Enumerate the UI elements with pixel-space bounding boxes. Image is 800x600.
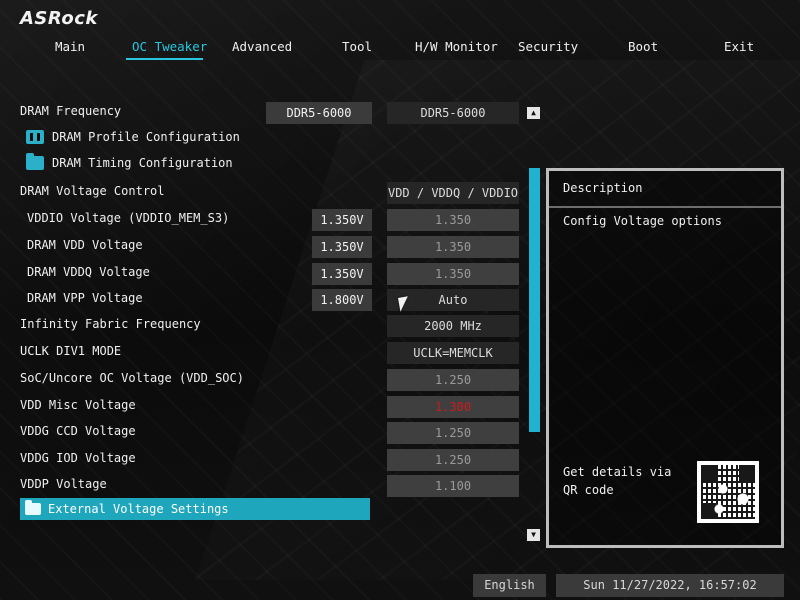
vddg-iod-voltage-value[interactable]: 1.250 — [387, 449, 519, 471]
row-dram-vddq-voltage[interactable]: DRAM VDDQ Voltage 1.350V 1.350 — [20, 263, 525, 285]
dram-vdd-voltage-label: DRAM VDD Voltage — [27, 238, 143, 252]
top-navigation: Main OC Tweaker Advanced Tool H/W Monito… — [0, 38, 800, 60]
dram-vdd-voltage-value[interactable]: 1.350 — [387, 236, 519, 258]
dram-vddq-voltage-value[interactable]: 1.350 — [387, 263, 519, 285]
dram-vddq-voltage-label: DRAM VDDQ Voltage — [27, 265, 150, 279]
dram-frequency-current: DDR5-6000 — [266, 102, 372, 124]
description-divider — [549, 206, 781, 208]
vddio-voltage-label: VDDIO Voltage (VDDIO_MEM_S3) — [27, 211, 230, 225]
asrock-logo: ASRock — [20, 8, 98, 29]
vddio-voltage-current: 1.350V — [312, 209, 372, 231]
soc-uncore-oc-voltage-value[interactable]: 1.250 — [387, 369, 519, 391]
row-vddp-voltage[interactable]: VDDP Voltage 1.100 — [20, 475, 525, 497]
row-vddg-ccd-voltage[interactable]: VDDG CCD Voltage 1.250 — [20, 422, 525, 444]
infinity-fabric-frequency-value[interactable]: 2000 MHz — [387, 315, 519, 337]
vddio-voltage-value[interactable]: 1.350 — [387, 209, 519, 231]
qr-help-text: Get details via QR code — [563, 465, 672, 497]
language-button[interactable]: English — [473, 574, 546, 597]
dram-vpp-voltage-current: 1.800V — [312, 289, 372, 311]
datetime-display: Sun 11/27/2022, 16:57:02 — [556, 574, 784, 597]
folder-icon — [26, 153, 44, 170]
folder-icon — [25, 500, 41, 515]
status-bar: English Sun 11/27/2022, 16:57:02 — [0, 574, 800, 600]
menu-external-voltage-settings[interactable]: External Voltage Settings — [20, 498, 370, 520]
dram-vddq-voltage-current: 1.350V — [312, 263, 372, 285]
row-dram-vpp-voltage[interactable]: DRAM VPP Voltage 1.800V Auto — [20, 289, 525, 311]
dram-vpp-voltage-label: DRAM VPP Voltage — [27, 291, 143, 305]
vddg-iod-voltage-label: VDDG IOD Voltage — [20, 451, 136, 465]
dram-voltage-control-value[interactable]: VDD / VDDQ / VDDIO — [387, 182, 519, 204]
description-title: Description — [563, 181, 643, 195]
menu-dram-timing-configuration[interactable]: DRAM Timing Configuration — [20, 152, 233, 174]
vddp-voltage-label: VDDP Voltage — [20, 477, 107, 491]
row-dram-frequency[interactable]: DRAM Frequency DDR5-6000 DDR5-6000 — [20, 102, 525, 124]
dram-profile-configuration-label: DRAM Profile Configuration — [52, 130, 240, 144]
tab-exit[interactable]: Exit — [724, 38, 754, 60]
scroll-down-icon[interactable]: ▼ — [527, 529, 540, 541]
qr-code-pattern — [701, 465, 755, 519]
row-dram-vdd-voltage[interactable]: DRAM VDD Voltage 1.350V 1.350 — [20, 236, 525, 258]
uclk-div1-mode-label: UCLK DIV1 MODE — [20, 344, 122, 358]
vddg-ccd-voltage-label: VDDG CCD Voltage — [20, 424, 136, 438]
row-infinity-fabric-frequency[interactable]: Infinity Fabric Frequency 2000 MHz — [20, 315, 525, 337]
vdd-misc-voltage-value[interactable]: 1.300 — [387, 396, 519, 418]
scroll-up-icon[interactable]: ▲ — [527, 107, 540, 119]
soc-uncore-oc-voltage-label: SoC/Uncore OC Voltage (VDD_SOC) — [20, 371, 244, 385]
row-soc-uncore-oc-voltage[interactable]: SoC/Uncore OC Voltage (VDD_SOC) 1.250 — [20, 369, 525, 391]
dram-timing-configuration-label: DRAM Timing Configuration — [52, 156, 233, 170]
dram-voltage-control-label: DRAM Voltage Control — [20, 184, 165, 198]
vddp-voltage-value[interactable]: 1.100 — [387, 475, 519, 497]
scrollbar-thumb[interactable] — [529, 168, 540, 432]
vdd-misc-voltage-label: VDD Misc Voltage — [20, 398, 136, 412]
tab-hw-monitor[interactable]: H/W Monitor — [415, 38, 498, 60]
row-vddg-iod-voltage[interactable]: VDDG IOD Voltage 1.250 — [20, 449, 525, 471]
tab-tool[interactable]: Tool — [341, 38, 373, 60]
dram-frequency-label: DRAM Frequency — [20, 104, 122, 118]
description-text: Config Voltage options — [563, 214, 722, 228]
tab-oc-tweaker[interactable]: OC Tweaker — [126, 38, 207, 60]
profile-icon — [26, 130, 44, 144]
qr-code-icon — [697, 461, 759, 523]
tab-main[interactable]: Main — [45, 38, 95, 60]
tab-advanced[interactable]: Advanced — [232, 38, 292, 60]
tab-security[interactable]: Security — [518, 38, 578, 60]
external-voltage-settings-label: External Voltage Settings — [48, 502, 229, 516]
uclk-div1-mode-value[interactable]: UCLK=MEMCLK — [387, 342, 519, 364]
row-vddio-voltage[interactable]: VDDIO Voltage (VDDIO_MEM_S3) 1.350V 1.35… — [20, 209, 525, 231]
dram-frequency-value[interactable]: DDR5-6000 — [387, 102, 519, 124]
tab-boot[interactable]: Boot — [628, 38, 658, 60]
infinity-fabric-frequency-label: Infinity Fabric Frequency — [20, 317, 201, 331]
row-vdd-misc-voltage[interactable]: VDD Misc Voltage 1.300 — [20, 396, 525, 418]
dram-vdd-voltage-current: 1.350V — [312, 236, 372, 258]
menu-dram-profile-configuration[interactable]: DRAM Profile Configuration — [20, 126, 240, 148]
vddg-ccd-voltage-value[interactable]: 1.250 — [387, 422, 519, 444]
description-panel: Description Config Voltage options Get d… — [546, 168, 784, 548]
row-uclk-div1-mode[interactable]: UCLK DIV1 MODE UCLK=MEMCLK — [20, 342, 525, 364]
row-dram-voltage-control[interactable]: DRAM Voltage Control VDD / VDDQ / VDDIO — [20, 182, 525, 204]
